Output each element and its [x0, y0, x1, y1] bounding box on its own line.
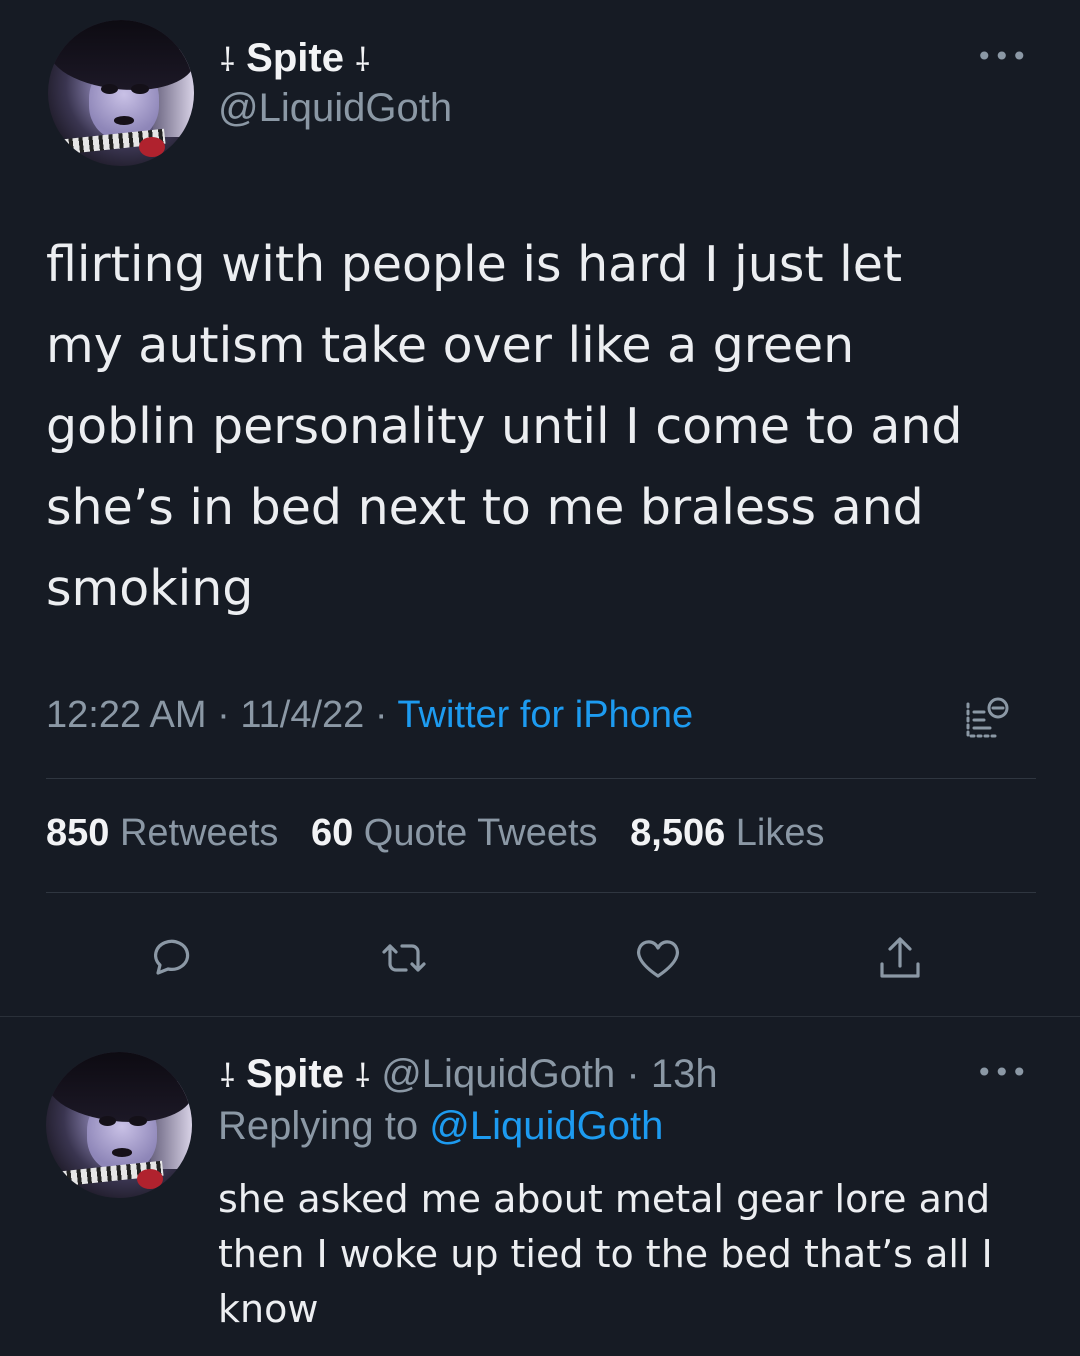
section-divider [0, 1016, 1080, 1017]
reply-age: 13h [650, 1052, 718, 1096]
author-handle[interactable]: @LiquidGoth [218, 86, 452, 131]
author-avatar[interactable] [48, 20, 194, 166]
replying-mention-link[interactable]: @LiquidGoth [429, 1104, 663, 1148]
tweet-stats: 850 Retweets 60 Quote Tweets 8,506 Likes [46, 812, 847, 855]
cross-decor-right: ⸸ [355, 1057, 371, 1095]
reply-icon[interactable] [144, 932, 196, 984]
meta-separator: · [217, 694, 230, 736]
tweet-meta: 12:22 AM · 11/4/22 · Twitter for iPhone [46, 694, 693, 737]
tweet-text: flirting with people is hard I just let … [46, 236, 963, 617]
reply-tweet-text: she asked me about metal gear lore and t… [218, 1177, 993, 1331]
retweets-stat[interactable]: 850 Retweets [46, 812, 289, 854]
divider [46, 892, 1036, 893]
tweet-source-link[interactable]: Twitter for iPhone [397, 694, 693, 736]
reply-author-name: Spite [246, 1052, 344, 1096]
likes-stat[interactable]: 8,506 Likes [630, 812, 824, 854]
retweets-label: Retweets [119, 812, 279, 854]
quotes-count: 60 [310, 812, 354, 854]
meta-separator: · [374, 694, 388, 736]
tweet-time: 12:22 AM [46, 694, 207, 736]
quotes-stat[interactable]: 60 Quote Tweets [311, 812, 608, 854]
likes-count: 8,506 [630, 812, 726, 854]
replying-prefix: Replying to [218, 1104, 419, 1148]
cross-decor-left: ⸸ [220, 41, 236, 79]
reply-separator: · [626, 1052, 640, 1096]
heart-icon[interactable] [632, 932, 684, 984]
author-display-name: Spite [246, 36, 344, 80]
retweet-icon[interactable] [378, 932, 430, 984]
reply-author-header[interactable]: ⸸ Spite ⸸ @LiquidGoth · 13h [220, 1052, 718, 1097]
reply-author-avatar[interactable] [46, 1052, 192, 1198]
replying-to: Replying to @LiquidGoth [218, 1104, 663, 1149]
tweet-date: 11/4/22 [240, 694, 365, 736]
reply-more-options-icon[interactable]: ••• [976, 1056, 1029, 1089]
divider [46, 778, 1036, 779]
likes-label: Likes [735, 812, 825, 854]
quotes-label: Quote Tweets [363, 812, 598, 854]
retweets-count: 850 [46, 812, 110, 854]
analytics-icon[interactable] [962, 694, 1014, 746]
reply-author-handle: @LiquidGoth [381, 1052, 616, 1096]
author-name[interactable]: ⸸ Spite ⸸ [220, 36, 370, 81]
cross-decor-right: ⸸ [355, 41, 371, 79]
more-options-icon[interactable]: ••• [976, 40, 1029, 73]
cross-decor-left: ⸸ [220, 1057, 236, 1095]
share-icon[interactable] [874, 932, 926, 984]
